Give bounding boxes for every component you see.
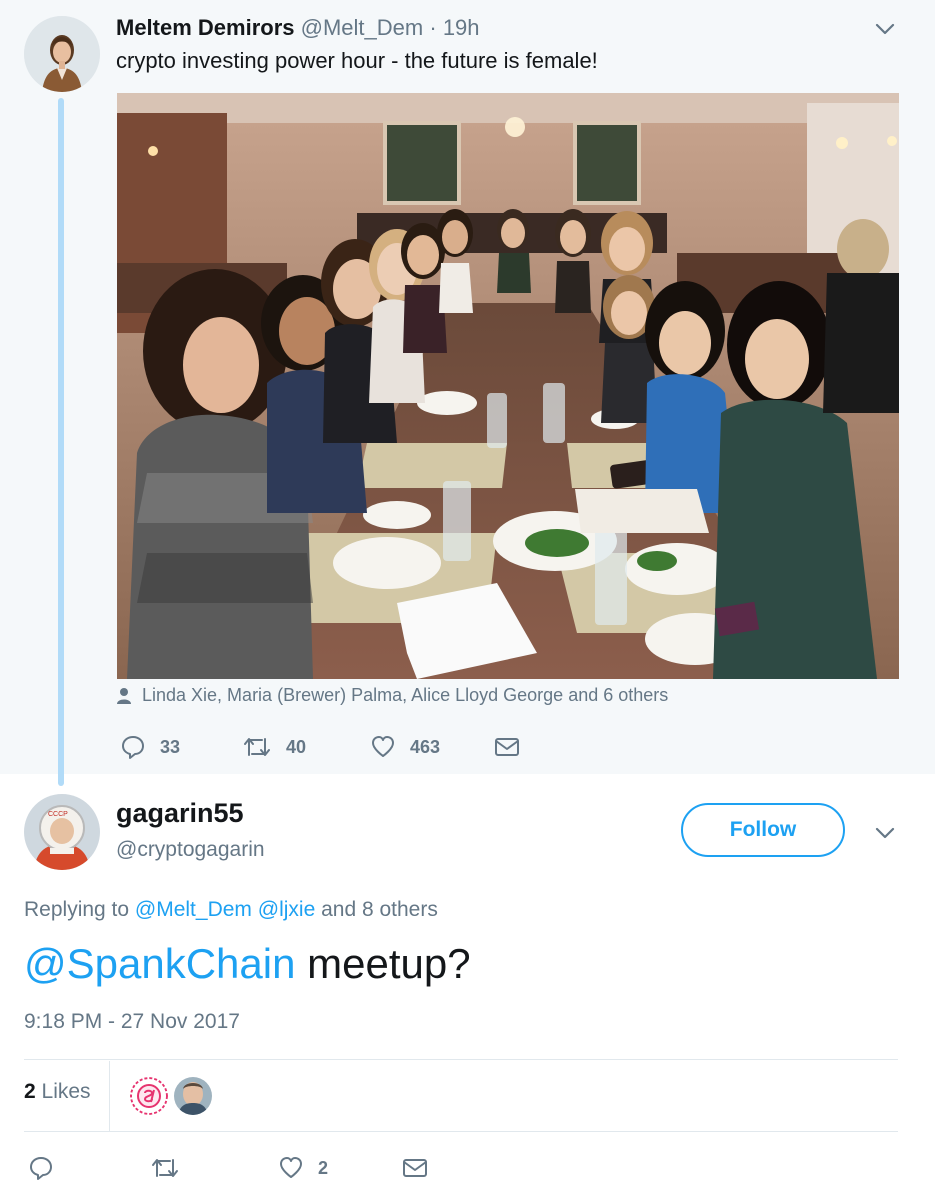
retweet-count: 40: [286, 736, 307, 757]
author-handle[interactable]: @Melt_Dem: [301, 15, 424, 40]
like-action[interactable]: 2: [278, 1151, 328, 1185]
retweet-icon: [152, 1159, 178, 1177]
message-action[interactable]: [494, 730, 534, 764]
tweet-text: crypto investing power hour - the future…: [116, 48, 598, 73]
reply-text: @SpankChain meetup?: [24, 940, 471, 988]
like-icon: [372, 736, 394, 757]
person-icon: [117, 687, 131, 704]
retweet-icon: [244, 738, 270, 756]
reply-count: 33: [160, 736, 181, 757]
tagged-people-text: Linda Xie, Maria (Brewer) Palma, Alice L…: [142, 685, 669, 705]
replying-suffix[interactable]: and 8 others: [315, 898, 438, 921]
author-name[interactable]: Meltem Demirors: [116, 15, 295, 40]
like-action[interactable]: 463: [370, 730, 440, 764]
chevron-down-icon[interactable]: [874, 18, 896, 40]
message-icon: [403, 1159, 427, 1177]
liker-avatar[interactable]: [130, 1077, 168, 1115]
like-count: 463: [410, 736, 441, 757]
replying-to: Replying to @Melt_Dem @ljxie and 8 other…: [24, 898, 438, 922]
mention-link[interactable]: @Melt_Dem: [135, 898, 252, 921]
thread-connector-line: [58, 98, 64, 786]
tagged-people[interactable]: Linda Xie, Maria (Brewer) Palma, Alice L…: [116, 685, 668, 706]
reply-author-handle[interactable]: @cryptogagarin: [116, 838, 265, 862]
divider: [109, 1061, 110, 1131]
tweet-header: Meltem Demirors @Melt_Dem · 19h: [116, 15, 480, 41]
author-avatar[interactable]: [24, 16, 100, 92]
tweet-time[interactable]: 19h: [443, 15, 480, 40]
reply-icon: [122, 736, 144, 759]
likes-count: 2: [24, 1080, 36, 1103]
svg-text:CCCP: CCCP: [48, 811, 68, 818]
retweet-action[interactable]: 40: [242, 730, 306, 764]
tweet-photo[interactable]: [117, 93, 899, 679]
liker-avatar[interactable]: [174, 1077, 212, 1115]
reply-author-avatar[interactable]: CCCP: [24, 794, 100, 870]
divider: [24, 1059, 898, 1060]
reply-actions: 2: [28, 1151, 448, 1185]
message-action[interactable]: [402, 1151, 442, 1185]
reply-body: meetup?: [295, 940, 471, 987]
likes-summary[interactable]: 2 Likes: [24, 1080, 91, 1104]
likes-label: Likes: [35, 1080, 91, 1103]
separator-dot: ·: [429, 15, 437, 40]
reply-timestamp[interactable]: 9:18 PM - 27 Nov 2017: [24, 1010, 240, 1034]
reply-action[interactable]: [28, 1151, 68, 1185]
parent-tweet[interactable]: Meltem Demirors @Melt_Dem · 19h crypto i…: [0, 0, 935, 786]
mention-link[interactable]: @ljxie: [258, 898, 316, 921]
reply-author-name[interactable]: gagarin55: [116, 798, 244, 829]
reply-action[interactable]: 33: [120, 730, 180, 764]
follow-button[interactable]: Follow: [681, 803, 845, 857]
divider: [24, 1131, 898, 1132]
reply-icon: [30, 1157, 52, 1180]
chevron-down-icon[interactable]: [874, 822, 896, 844]
message-icon: [495, 738, 519, 756]
retweet-action[interactable]: [150, 1151, 194, 1185]
replying-prefix: Replying to: [24, 898, 135, 921]
tweet-actions: 33 40 463: [116, 730, 616, 764]
like-icon: [280, 1157, 302, 1178]
mention-link[interactable]: @SpankChain: [24, 940, 295, 987]
like-count: 2: [318, 1157, 329, 1178]
